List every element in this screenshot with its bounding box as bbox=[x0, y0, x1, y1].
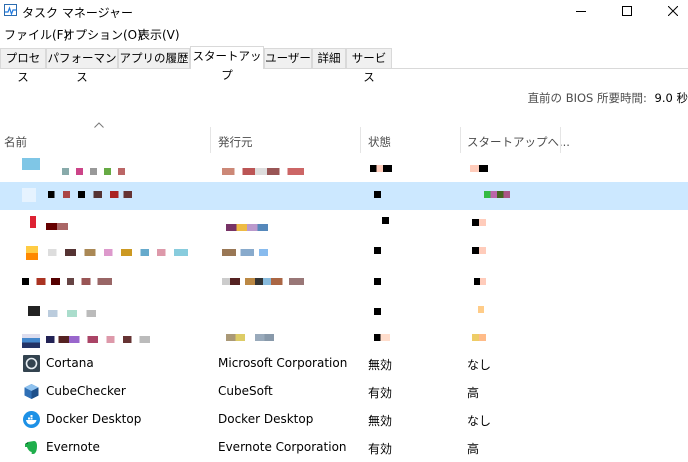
startup-row-cortana[interactable]: Cortana Microsoft Corporation 無効 なし bbox=[0, 350, 688, 378]
tab-services[interactable]: サービス bbox=[346, 48, 392, 84]
startup-publisher: Docker Desktop bbox=[218, 412, 314, 426]
obscured-startup-row[interactable] bbox=[0, 156, 688, 184]
startup-name: Cortana bbox=[46, 356, 94, 370]
bios-value: 9.0 秒 bbox=[654, 91, 688, 105]
cortana-icon bbox=[23, 355, 40, 372]
tab-app-history[interactable]: アプリの履歴 bbox=[118, 48, 190, 68]
column-divider[interactable] bbox=[560, 127, 561, 153]
startup-name: CubeChecker bbox=[46, 384, 126, 398]
task-manager-icon bbox=[4, 4, 17, 16]
startup-publisher: CubeSoft bbox=[218, 384, 273, 398]
startup-row-cubechecker[interactable]: CubeChecker CubeSoft 有効 高 bbox=[0, 378, 688, 406]
startup-impact: なし bbox=[467, 358, 492, 372]
tab-performance[interactable]: パフォーマンス bbox=[46, 48, 118, 84]
evernote-icon bbox=[25, 441, 37, 454]
tab-details[interactable]: 詳細 bbox=[312, 48, 346, 68]
column-startup-impact[interactable]: スタートアップへ... bbox=[467, 127, 570, 153]
tab-processes[interactable]: プロセス bbox=[0, 48, 46, 84]
column-name[interactable]: 名前 bbox=[4, 127, 27, 153]
column-divider[interactable] bbox=[460, 127, 461, 153]
startup-publisher: Microsoft Corporation bbox=[218, 356, 348, 370]
startup-row-evernote[interactable]: Evernote Evernote Corporation 有効 高 bbox=[0, 434, 688, 462]
obscured-startup-row[interactable] bbox=[0, 242, 688, 270]
window-title: タスク マネージャー bbox=[22, 6, 133, 20]
startup-impact: なし bbox=[467, 414, 492, 428]
minimize-icon bbox=[576, 11, 586, 12]
obscured-startup-row-selected[interactable] bbox=[0, 182, 688, 210]
minimize-button[interactable] bbox=[558, 0, 604, 22]
obscured-startup-row[interactable] bbox=[0, 272, 688, 300]
bios-label: 直前の BIOS 所要時間: bbox=[527, 91, 647, 105]
startup-publisher: Evernote Corporation bbox=[218, 440, 347, 454]
maximize-icon bbox=[622, 6, 632, 16]
obscured-startup-row[interactable] bbox=[0, 300, 688, 328]
startup-impact: 高 bbox=[467, 386, 480, 400]
tab-users[interactable]: ユーザー bbox=[264, 48, 312, 68]
column-divider[interactable] bbox=[360, 127, 361, 153]
startup-status: 無効 bbox=[368, 414, 393, 428]
column-status[interactable]: 状態 bbox=[368, 127, 391, 153]
tab-startup[interactable]: スタートアップ bbox=[190, 46, 264, 82]
menu-view[interactable]: 表示(V) bbox=[138, 26, 180, 43]
tab-bar: プロセス パフォーマンス アプリの履歴 スタートアップ ユーザー 詳細 サービス bbox=[0, 46, 688, 84]
column-publisher[interactable]: 発行元 bbox=[218, 127, 253, 153]
docker-icon bbox=[23, 411, 40, 428]
startup-name: Evernote bbox=[46, 440, 100, 454]
close-button[interactable] bbox=[650, 0, 688, 22]
startup-status: 無効 bbox=[368, 358, 393, 372]
column-divider[interactable] bbox=[210, 127, 211, 153]
close-icon bbox=[668, 6, 678, 16]
maximize-button[interactable] bbox=[604, 0, 650, 22]
obscured-startup-row[interactable] bbox=[0, 214, 688, 242]
startup-name: Docker Desktop bbox=[46, 412, 142, 426]
startup-status: 有効 bbox=[368, 386, 393, 400]
title-bar[interactable]: タスク マネージャー bbox=[0, 0, 688, 22]
column-header-row: 名前 発行元 状態 スタートアップへ... bbox=[0, 127, 688, 153]
startup-row-docker[interactable]: Docker Desktop Docker Desktop 無効 なし bbox=[0, 406, 688, 434]
cubechecker-icon bbox=[24, 384, 39, 399]
menu-bar: ファイル(F) オプション(O) 表示(V) bbox=[0, 22, 688, 44]
bios-time: 直前の BIOS 所要時間: 9.0 秒 bbox=[528, 90, 688, 106]
startup-impact: 高 bbox=[467, 442, 480, 456]
startup-status: 有効 bbox=[368, 442, 393, 456]
menu-file[interactable]: ファイル(F) bbox=[4, 26, 68, 43]
menu-options[interactable]: オプション(O) bbox=[63, 26, 142, 43]
